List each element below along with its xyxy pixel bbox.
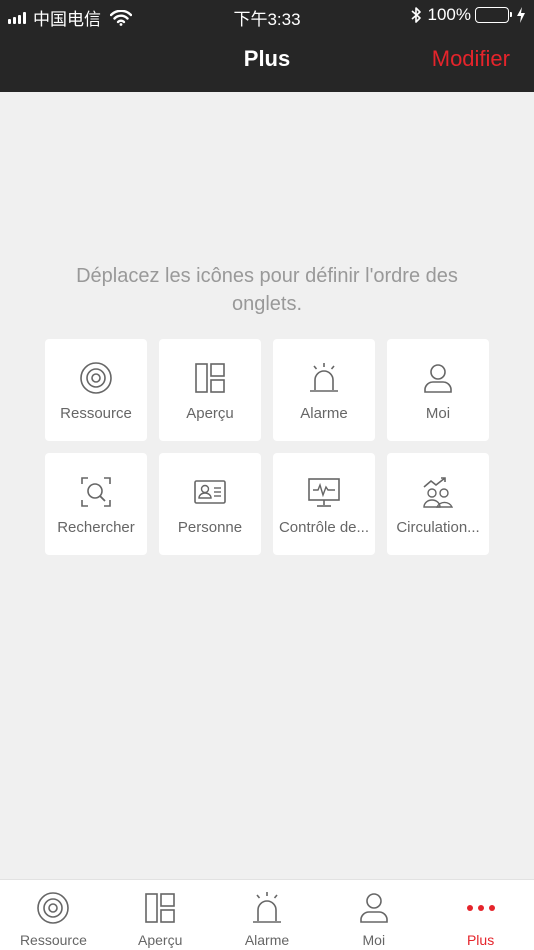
tile-label: Personne: [177, 519, 243, 536]
preview-icon: [195, 363, 225, 393]
tile-circulation[interactable]: Circulation...: [387, 453, 489, 555]
top-bar: 中国电信 下午3:33 100% Plus Modifier: [0, 0, 534, 92]
status-right: 100%: [410, 5, 526, 25]
tab-label: Aperçu: [138, 932, 183, 948]
tile-label: Rechercher: [57, 519, 135, 536]
tile-ressource[interactable]: Ressource: [45, 339, 147, 441]
tab-apercu[interactable]: Aperçu: [107, 880, 214, 950]
status-bar: 中国电信 下午3:33 100%: [0, 0, 534, 30]
tab-alarme[interactable]: Alarme: [214, 880, 321, 950]
battery-percent: 100%: [427, 5, 471, 24]
tab-label: Ressource: [19, 932, 87, 948]
tab-plus[interactable]: Plus: [427, 880, 534, 950]
tile-label: Circulation...: [396, 519, 480, 536]
tile-label: Alarme: [300, 405, 348, 422]
monitor-icon: [308, 478, 340, 507]
tab-order-grid: Ressource Aperçu Alarme Moi Rechercher P…: [45, 339, 489, 555]
tile-rechercher[interactable]: Rechercher: [45, 453, 147, 555]
more-icon: [466, 905, 495, 911]
bluetooth-icon: [410, 7, 421, 23]
tile-label: Moi: [425, 405, 451, 422]
charging-icon: [517, 7, 525, 23]
reorder-hint: Déplacez les icônes pour définir l'ordre…: [76, 265, 458, 315]
tab-label: Moi: [362, 932, 386, 948]
tab-label: Alarme: [244, 932, 290, 948]
preview-icon: [145, 893, 175, 923]
battery-icon: [475, 7, 512, 23]
search-icon: [81, 477, 111, 507]
tile-controle[interactable]: Contrôle de...: [273, 453, 375, 555]
people-flow-icon: [423, 477, 454, 508]
bottom-tab-bar: Ressource Aperçu Alarme Moi Plus: [0, 879, 534, 950]
person-card-icon: [194, 480, 226, 504]
tile-personne[interactable]: Personne: [159, 453, 261, 555]
resource-icon: [37, 892, 70, 924]
tile-label: Contrôle de...: [278, 519, 370, 536]
user-icon: [359, 893, 388, 923]
tab-label: Plus: [466, 932, 495, 948]
modify-button[interactable]: Modifier: [432, 46, 510, 72]
resource-icon: [80, 362, 112, 394]
alarm-icon: [310, 363, 338, 392]
tile-apercu[interactable]: Aperçu: [159, 339, 261, 441]
user-icon: [424, 364, 452, 393]
tile-label: Ressource: [60, 405, 132, 422]
tab-ressource[interactable]: Ressource: [0, 880, 107, 950]
alarm-icon: [252, 892, 281, 923]
tile-moi[interactable]: Moi: [387, 339, 489, 441]
tile-alarme[interactable]: Alarme: [273, 339, 375, 441]
tile-label: Aperçu: [186, 405, 234, 422]
tab-moi[interactable]: Moi: [320, 880, 427, 950]
